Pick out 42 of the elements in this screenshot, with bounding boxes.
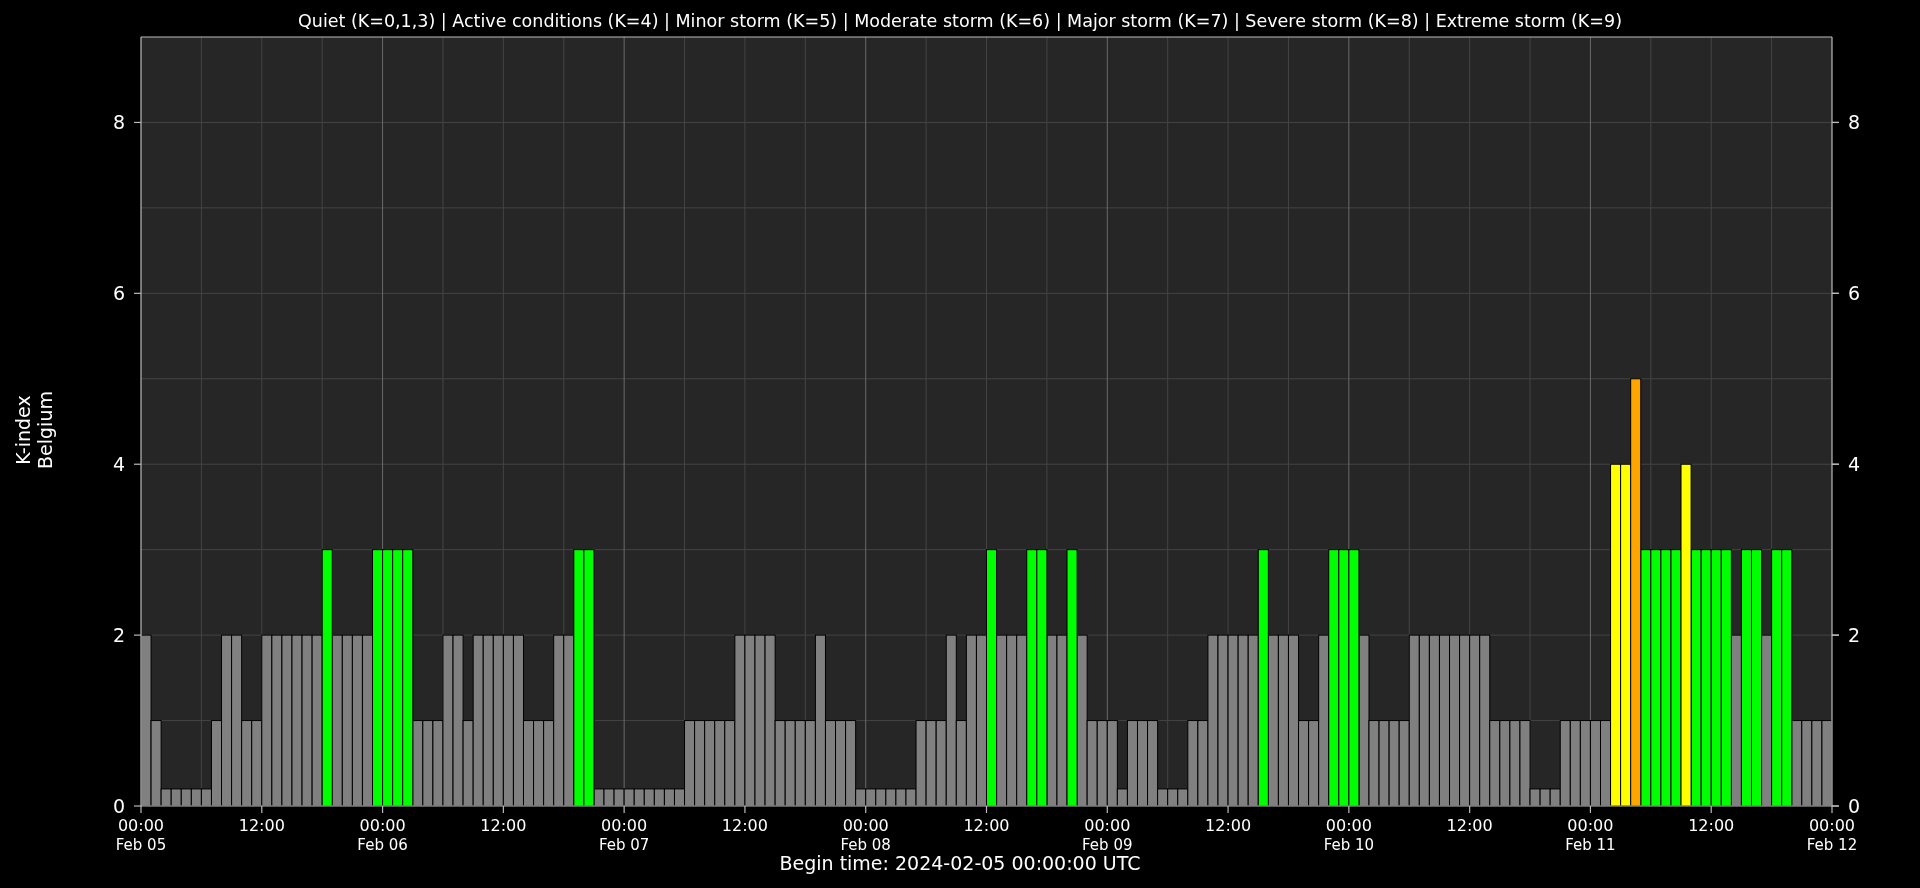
tick-label: 12:00 [1446, 816, 1493, 835]
bar [653, 788, 665, 807]
bar [633, 788, 645, 807]
tick-label: 0 [1848, 795, 1861, 817]
tick-label: 00:00 Feb 06 [357, 816, 408, 854]
tick-label: 8 [112, 111, 125, 134]
bar [180, 788, 192, 807]
bar [885, 788, 897, 807]
tick-label: 00:00 Feb 12 [1806, 816, 1858, 854]
bar [623, 788, 635, 807]
bar [1539, 788, 1551, 807]
tick-label: 00:00 Feb 09 [1082, 816, 1133, 854]
tick-label: 12:00 [238, 816, 285, 835]
tick-label: 6 [1848, 282, 1861, 305]
tick-label: 12:00 [480, 816, 527, 835]
tick-label: 12:00 [1205, 816, 1252, 835]
bar [895, 788, 907, 807]
tick-label: 8 [1848, 111, 1861, 134]
tick-label: 00:00 Feb 05 [115, 816, 167, 854]
tick-label: 12:00 [1688, 816, 1735, 835]
bar [663, 788, 675, 807]
tick-label: 4 [112, 453, 125, 476]
chart-title: Quiet (K=0,1,3) | Active conditions (K=4) | Minor storm (K=5) | Moderate storm (K=6) | Major storm (K=7) | Severe storm (K=8) | Extreme storm (K=9) [298, 11, 1622, 31]
tick-label: 0 [112, 795, 125, 817]
x-axis-label: Begin time: 2024-02-05 00:00:00 UTC [779, 852, 1141, 874]
y-axis-label: K-index Belgium [12, 391, 56, 469]
tick-label: 00:00 Feb 08 [840, 816, 891, 854]
bar [643, 788, 655, 807]
bar [170, 788, 182, 807]
tick-label: 00:00 Feb 11 [1565, 816, 1616, 854]
tick-label: 2 [112, 624, 125, 647]
tick-label: 4 [1848, 453, 1861, 476]
tick-label: 2 [1848, 624, 1861, 647]
bar [1167, 788, 1179, 807]
tick-label: 12:00 [721, 816, 768, 835]
tick-label: 00:00 Feb 10 [1323, 816, 1375, 854]
bar [190, 788, 202, 807]
tick-label: 00:00 Feb 07 [598, 816, 650, 854]
bar [865, 788, 877, 807]
tick-label: 6 [112, 282, 125, 305]
tick-label: 12:00 [963, 816, 1010, 835]
bar [875, 788, 887, 807]
